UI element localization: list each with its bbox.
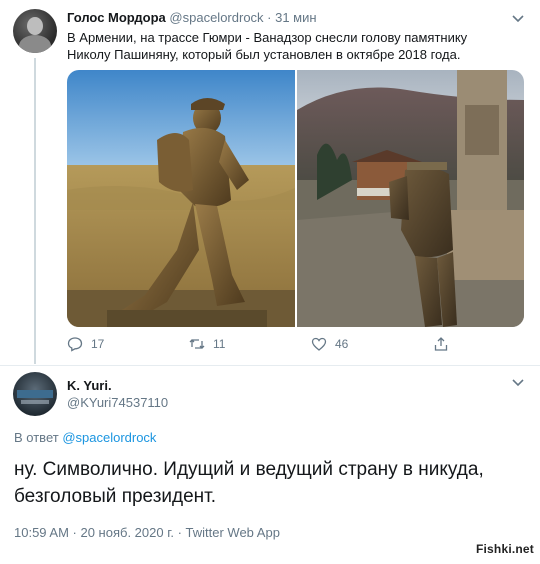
share-button[interactable] <box>433 336 449 352</box>
chevron-down-icon[interactable] <box>511 375 525 389</box>
tweet-meta[interactable]: 10:59 AM · 20 нояб. 2020 г. · Twitter We… <box>14 525 280 540</box>
photo-statue-with-head[interactable] <box>67 70 295 327</box>
avatar[interactable] <box>13 9 57 53</box>
tweet-media[interactable] <box>67 70 524 327</box>
share-icon <box>434 337 448 351</box>
tweet-text: В Армении, на трассе Гюмри - Ванадзор сн… <box>67 30 468 62</box>
divider <box>0 365 540 366</box>
author-handle[interactable]: @KYuri74537110 <box>67 395 168 410</box>
chevron-down-icon[interactable] <box>511 11 525 25</box>
like-button[interactable]: 46 <box>311 336 348 352</box>
retweet-count: 11 <box>213 337 226 351</box>
tweet-header: Голос Мордора @spacelordrock · 31 мин <box>67 10 317 25</box>
photo-statue-headless[interactable] <box>296 70 525 327</box>
retweet-icon <box>189 339 205 349</box>
retweet-button[interactable]: 11 <box>189 336 225 352</box>
avatar-head <box>27 17 43 35</box>
reply-mention-link[interactable]: @spacelordrock <box>62 430 156 445</box>
avatar-body <box>19 35 51 53</box>
avatar-band-secondary <box>21 400 49 404</box>
avatar-band <box>17 390 53 398</box>
watermark: Fishki.net <box>475 542 534 556</box>
reply-count: 17 <box>91 337 105 351</box>
tweet-text: ну. Символично. Идущий и ведущий страну … <box>14 459 484 507</box>
thread-line <box>34 58 36 364</box>
author-handle[interactable]: @spacelordrock <box>169 10 263 25</box>
author-name[interactable]: Голос Мордора <box>67 10 166 25</box>
reply-prefix: В ответ <box>14 430 63 445</box>
author-name[interactable]: K. Yuri. <box>67 378 112 393</box>
tweet-actions: 17 11 46 <box>67 336 467 356</box>
tweet-time[interactable]: 31 мин <box>275 10 316 25</box>
like-count: 46 <box>335 337 349 351</box>
like-icon <box>311 337 327 351</box>
reply-context: В ответ @spacelordrock <box>14 430 156 445</box>
separator: · <box>263 10 276 25</box>
reply-icon <box>67 337 83 352</box>
reply-button[interactable]: 17 <box>67 336 104 352</box>
avatar[interactable] <box>13 372 57 416</box>
